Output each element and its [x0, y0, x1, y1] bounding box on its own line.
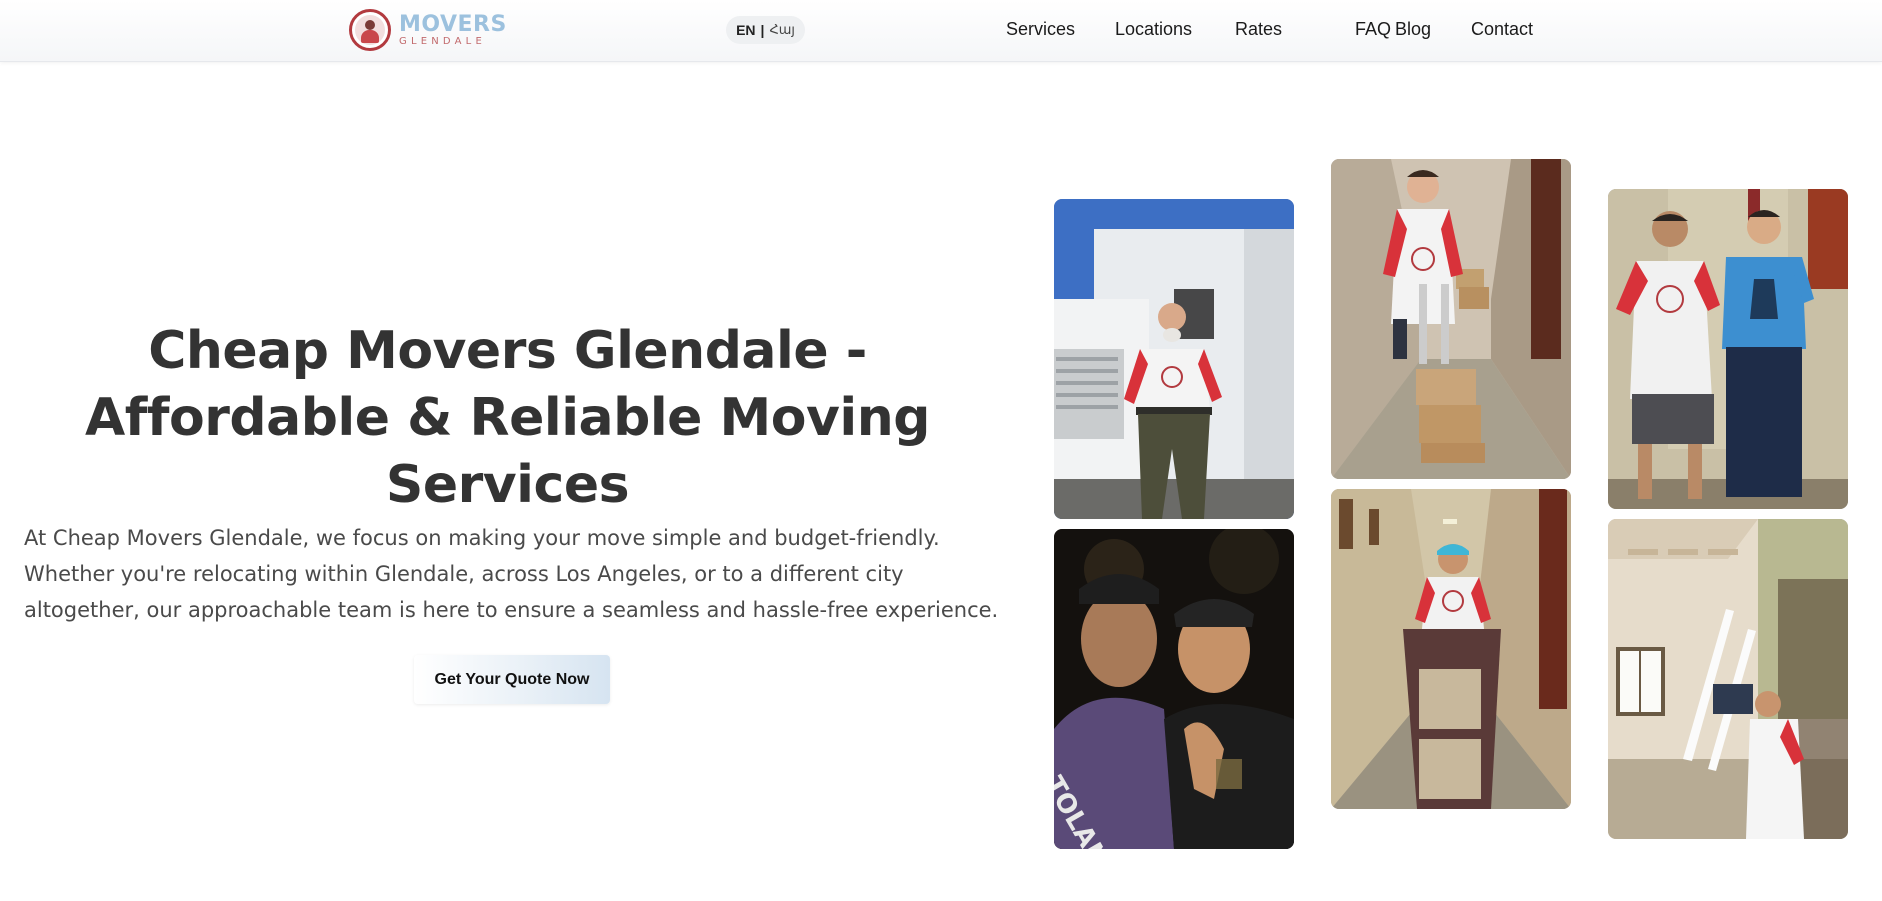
- nav-locations[interactable]: Locations: [1115, 19, 1192, 40]
- photo-two-men-thumbs-up: [1608, 189, 1848, 509]
- nav-contact[interactable]: Contact: [1471, 19, 1533, 40]
- site-header: MOVERS GLENDALE EN | Հայ Services Locati…: [0, 0, 1882, 62]
- photo-mover-with-truck: [1054, 199, 1294, 519]
- get-quote-button[interactable]: Get Your Quote Now: [414, 655, 610, 704]
- photo-moving-ladder: [1608, 519, 1848, 839]
- nav-faq[interactable]: FAQ: [1355, 19, 1391, 40]
- mover-badge-icon: [349, 9, 391, 51]
- logo-line2: GLENDALE: [399, 35, 486, 47]
- nav-rates[interactable]: Rates: [1235, 19, 1282, 40]
- logo-line1: MOVERS: [399, 11, 507, 37]
- hero-title: Cheap Movers Glendale - Affordable & Rel…: [85, 321, 930, 515]
- language-switcher[interactable]: EN | Հայ: [726, 16, 805, 44]
- site-logo[interactable]: MOVERS GLENDALE: [349, 9, 507, 51]
- nav-services[interactable]: Services: [1006, 19, 1075, 40]
- photo-hallway-dolly: [1331, 159, 1571, 479]
- logo-wordmark: MOVERS GLENDALE: [399, 11, 507, 47]
- language-separator: |: [760, 22, 765, 38]
- hero-description: At Cheap Movers Glendale, we focus on ma…: [24, 526, 999, 622]
- photo-night-selfie: TOLAN: [1054, 529, 1294, 849]
- language-current[interactable]: EN: [736, 22, 755, 38]
- language-alternate[interactable]: Հայ: [769, 23, 795, 38]
- photo-hallway-cabinet: [1331, 489, 1571, 809]
- nav-blog[interactable]: Blog: [1395, 19, 1431, 40]
